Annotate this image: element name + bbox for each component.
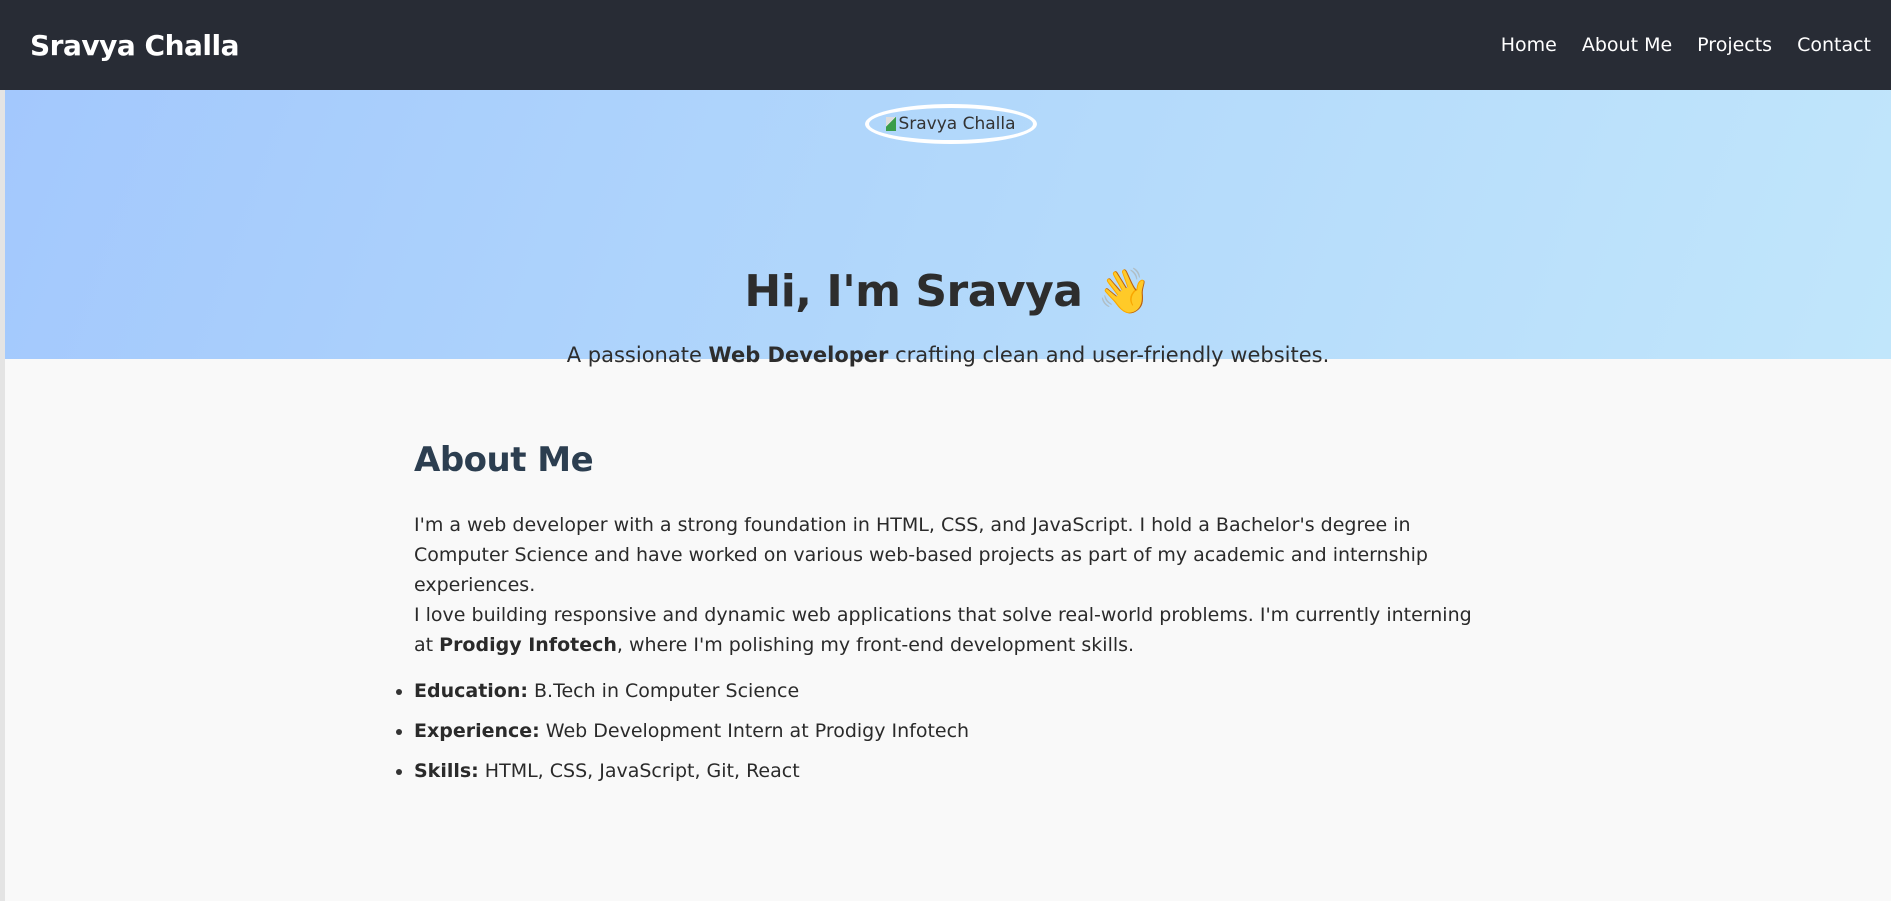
list-item-skills: Skills: HTML, CSS, JavaScript, Git, Reac… [414, 756, 1474, 786]
item-value: HTML, CSS, JavaScript, Git, React [478, 760, 800, 782]
hero-section: Sravya Challa Hi, I'm Sravya 👋 A passion… [5, 90, 1891, 367]
nav-link-about[interactable]: About Me [1582, 34, 1672, 56]
company-name: Prodigy Infotech [439, 634, 617, 656]
hero-title-text: Hi, I'm Sravya [744, 266, 1083, 317]
broken-image-icon [886, 117, 897, 131]
item-value: B.Tech in Computer Science [527, 680, 800, 702]
brand-name[interactable]: Sravya Challa [30, 29, 239, 62]
item-label: Skills: [414, 760, 479, 782]
list-item-education: Education: B.Tech in Computer Science [414, 676, 1474, 706]
nav-link-projects[interactable]: Projects [1697, 34, 1772, 56]
hero-title: Hi, I'm Sravya 👋 [5, 265, 1891, 317]
avatar: Sravya Challa [865, 104, 1037, 144]
hero-subtitle: A passionate Web Developer crafting clea… [5, 343, 1891, 367]
item-label: Experience: [414, 720, 540, 742]
p2-text-end: , where I'm polishing my front-end devel… [616, 634, 1135, 656]
subtitle-text-end: crafting clean and user-friendly website… [888, 343, 1330, 367]
nav-links: Home About Me Projects Contact [1501, 34, 1871, 56]
waving-hand-icon: 👋 [1097, 266, 1152, 317]
navbar: Sravya Challa Home About Me Projects Con… [0, 0, 1891, 90]
nav-link-home[interactable]: Home [1501, 34, 1557, 56]
about-paragraph-1: I'm a web developer with a strong founda… [414, 514, 1428, 596]
subtitle-bold: Web Developer [708, 343, 889, 367]
item-label: Education: [414, 680, 528, 702]
about-heading: About Me [414, 440, 594, 480]
subtitle-text: A passionate [566, 343, 709, 367]
about-paragraph-2: I love building responsive and dynamic w… [414, 600, 1474, 660]
about-list: Education: B.Tech in Computer Science Ex… [414, 676, 1474, 786]
item-value: Web Development Intern at Prodigy Infote… [539, 720, 970, 742]
about-section: About Me I'm a web developer with a stro… [414, 440, 1474, 796]
nav-link-contact[interactable]: Contact [1797, 34, 1871, 56]
avatar-alt-text: Sravya Challa [898, 114, 1016, 134]
list-item-experience: Experience: Web Development Intern at Pr… [414, 716, 1474, 746]
